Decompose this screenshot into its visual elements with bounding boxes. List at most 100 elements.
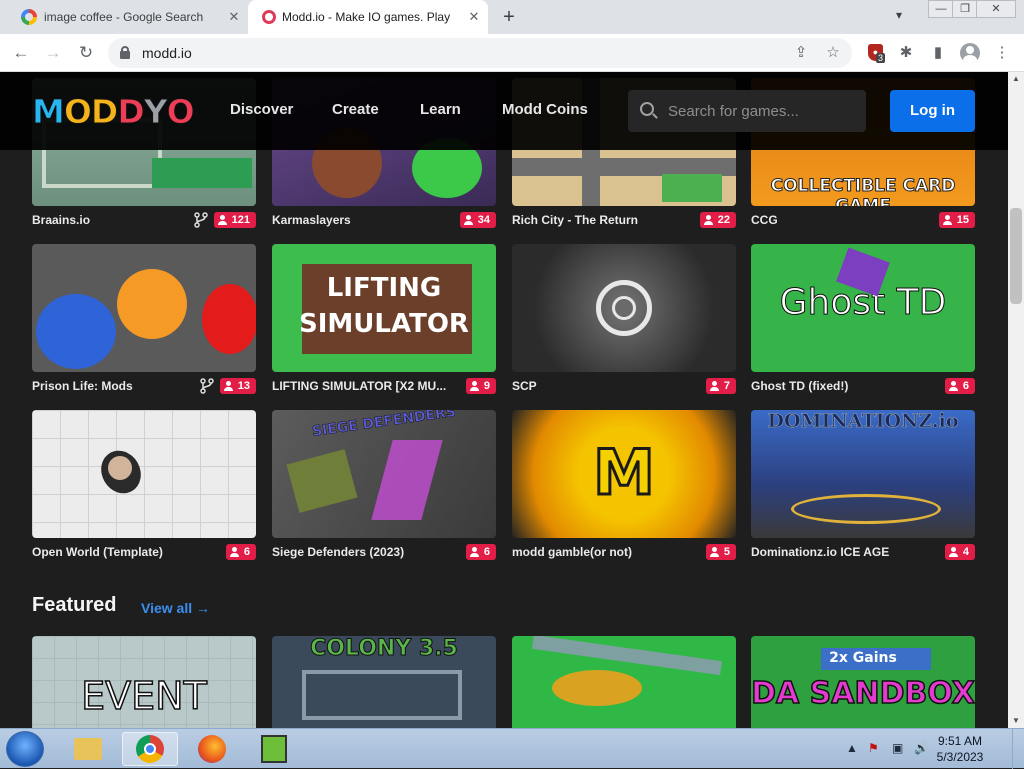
game-title[interactable]: Open World (Template) bbox=[32, 545, 163, 559]
game-title[interactable]: Braains.io bbox=[32, 213, 90, 227]
thumbnail-text: COLLECTIBLE CARD GAME bbox=[770, 176, 956, 207]
close-window-button[interactable]: ✕ bbox=[976, 0, 1016, 18]
view-all-link[interactable]: View all → bbox=[141, 600, 210, 616]
game-thumbnail[interactable]: Ghost TD bbox=[751, 244, 975, 372]
game-thumbnail[interactable] bbox=[512, 244, 736, 372]
menu-kebab-icon[interactable]: ⋮ bbox=[992, 43, 1012, 63]
game-title[interactable]: SCP bbox=[512, 379, 537, 393]
explorer-taskbar-button[interactable] bbox=[60, 732, 116, 766]
tab-title: Modd.io - Make IO games. Play I bbox=[282, 10, 450, 24]
address-bar[interactable]: modd.io ⇪ ☆ bbox=[108, 38, 852, 68]
game-search-input[interactable] bbox=[668, 90, 858, 132]
clock-date: 5/3/2023 bbox=[936, 750, 984, 764]
game-title[interactable]: CCG bbox=[751, 213, 778, 227]
lock-icon[interactable] bbox=[120, 46, 130, 59]
player-count-badge: 4 bbox=[944, 544, 975, 560]
bookmark-star-icon[interactable]: ☆ bbox=[824, 44, 842, 62]
featured-thumbnail[interactable] bbox=[512, 636, 736, 728]
show-hidden-icons-icon[interactable]: ▲ bbox=[846, 741, 858, 755]
player-count-badge: 121 bbox=[213, 212, 256, 228]
volume-icon[interactable]: 🔊 bbox=[914, 741, 929, 755]
scrollbar-thumb[interactable] bbox=[1010, 208, 1022, 304]
close-tab-icon[interactable]: ✕ bbox=[466, 9, 482, 25]
game-thumbnail[interactable]: M bbox=[512, 410, 736, 538]
modd-logo[interactable]: MODDYO bbox=[32, 91, 196, 131]
extensions-puzzle-icon[interactable]: ✱ bbox=[896, 43, 916, 63]
game-card[interactable]: SIEGE DEFENDERS Siege Defenders (2023) 6 bbox=[272, 410, 496, 564]
restore-button[interactable]: ❐ bbox=[952, 0, 978, 18]
game-title[interactable]: Ghost TD (fixed!) bbox=[751, 379, 848, 393]
game-thumbnail[interactable]: SIEGE DEFENDERS bbox=[272, 410, 496, 538]
player-count-badge: 13 bbox=[219, 378, 256, 394]
game-card[interactable]: DOMINATIONZ.io Dominationz.io ICE AGE 4 bbox=[751, 410, 975, 564]
game-card[interactable]: Prison Life: Mods 13 bbox=[32, 244, 256, 398]
tab-title: image coffee - Google Search bbox=[44, 10, 204, 24]
game-title[interactable]: LIFTING SIMULATOR [X2 MU... bbox=[272, 379, 446, 393]
game-title[interactable]: Rich City - The Return bbox=[512, 213, 638, 227]
login-button[interactable]: Log in bbox=[890, 90, 975, 132]
game-thumbnail[interactable]: LIFTING SIMULATOR bbox=[272, 244, 496, 372]
tab-google-search[interactable]: image coffee - Google Search ✕ bbox=[8, 0, 248, 34]
scroll-up-arrow-icon[interactable]: ▲ bbox=[1008, 72, 1024, 86]
network-icon[interactable]: ▣ bbox=[892, 741, 903, 755]
game-title[interactable]: Siege Defenders (2023) bbox=[272, 545, 404, 559]
featured-card[interactable]: EVENT bbox=[32, 636, 256, 728]
thumbnail-text: DOMINATIONZ.io bbox=[767, 410, 959, 432]
game-title[interactable]: Prison Life: Mods bbox=[32, 379, 133, 393]
featured-heading: Featured bbox=[32, 594, 117, 616]
action-center-icon[interactable]: ⚑ bbox=[868, 741, 879, 755]
reload-icon[interactable]: ↻ bbox=[75, 42, 97, 64]
game-title[interactable]: Karmaslayers bbox=[272, 213, 351, 227]
featured-card[interactable]: 2x Gains DA SANDBOX bbox=[751, 636, 975, 728]
game-card[interactable]: Ghost TD Ghost TD (fixed!) 6 bbox=[751, 244, 975, 398]
featured-card[interactable] bbox=[512, 636, 736, 728]
featured-thumbnail[interactable]: EVENT bbox=[32, 636, 256, 728]
game-search-box bbox=[628, 90, 866, 132]
game-thumbnail[interactable]: DOMINATIONZ.io bbox=[751, 410, 975, 538]
thumbnail-text: DA SANDBOX bbox=[751, 675, 975, 712]
minimize-button[interactable]: — bbox=[928, 0, 954, 18]
url-text[interactable]: modd.io bbox=[142, 45, 192, 61]
featured-thumbnail[interactable]: COLONY 3.5 bbox=[272, 636, 496, 728]
nav-learn[interactable]: Learn bbox=[420, 101, 461, 118]
start-button[interactable] bbox=[6, 731, 44, 767]
nav-discover[interactable]: Discover bbox=[230, 101, 293, 118]
game-meta: Rich City - The Return 22 bbox=[512, 210, 736, 232]
thumbnail-text: SIEGE DEFENDERS bbox=[311, 410, 457, 441]
side-panel-icon[interactable]: ▮ bbox=[928, 43, 948, 63]
game-thumbnail[interactable] bbox=[32, 410, 256, 538]
game-title[interactable]: Dominationz.io ICE AGE bbox=[751, 545, 889, 559]
scroll-down-arrow-icon[interactable]: ▼ bbox=[1008, 714, 1024, 728]
tab-modd[interactable]: Modd.io - Make IO games. Play I ✕ bbox=[248, 0, 488, 34]
game-title[interactable]: modd gamble(or not) bbox=[512, 545, 632, 559]
chrome-taskbar-button[interactable] bbox=[122, 732, 178, 766]
player-count-badge: 22 bbox=[699, 212, 736, 228]
firefox-taskbar-button[interactable] bbox=[184, 732, 240, 766]
game-card[interactable]: M modd gamble(or not) 5 bbox=[512, 410, 736, 564]
game-card[interactable]: Open World (Template) 6 bbox=[32, 410, 256, 564]
game-meta: Ghost TD (fixed!) 6 bbox=[751, 376, 975, 398]
game-card[interactable]: LIFTING SIMULATOR LIFTING SIMULATOR [X2 … bbox=[272, 244, 496, 398]
tab-search-icon[interactable]: ▾ bbox=[896, 8, 902, 22]
taskbar-clock[interactable]: 9:51 AM 5/3/2023 bbox=[930, 733, 990, 765]
game-card[interactable]: SCP 7 bbox=[512, 244, 736, 398]
thumbnail-text: COLONY 3.5 bbox=[310, 636, 459, 662]
back-icon[interactable]: ← bbox=[10, 42, 32, 64]
notepad-taskbar-button[interactable] bbox=[246, 732, 302, 766]
player-count-badge: 6 bbox=[465, 544, 496, 560]
show-desktop-button[interactable] bbox=[1012, 729, 1024, 769]
nav-modd-coins[interactable]: Modd Coins bbox=[502, 101, 588, 118]
share-icon[interactable]: ⇪ bbox=[792, 44, 810, 62]
profile-avatar-icon[interactable] bbox=[960, 43, 980, 63]
forward-icon[interactable]: → bbox=[42, 42, 64, 64]
page-scrollbar[interactable]: ▲ ▼ bbox=[1008, 72, 1024, 728]
featured-card[interactable]: COLONY 3.5 bbox=[272, 636, 496, 728]
game-meta: Open World (Template) 6 bbox=[32, 542, 256, 564]
nav-create[interactable]: Create bbox=[332, 101, 379, 118]
chrome-icon bbox=[136, 735, 164, 763]
featured-thumbnail[interactable]: 2x Gains DA SANDBOX bbox=[751, 636, 975, 728]
thumbnail-text: LIFTING SIMULATOR bbox=[299, 273, 469, 339]
game-thumbnail[interactable] bbox=[32, 244, 256, 372]
new-tab-button[interactable]: + bbox=[498, 6, 520, 28]
close-tab-icon[interactable]: ✕ bbox=[226, 9, 242, 25]
